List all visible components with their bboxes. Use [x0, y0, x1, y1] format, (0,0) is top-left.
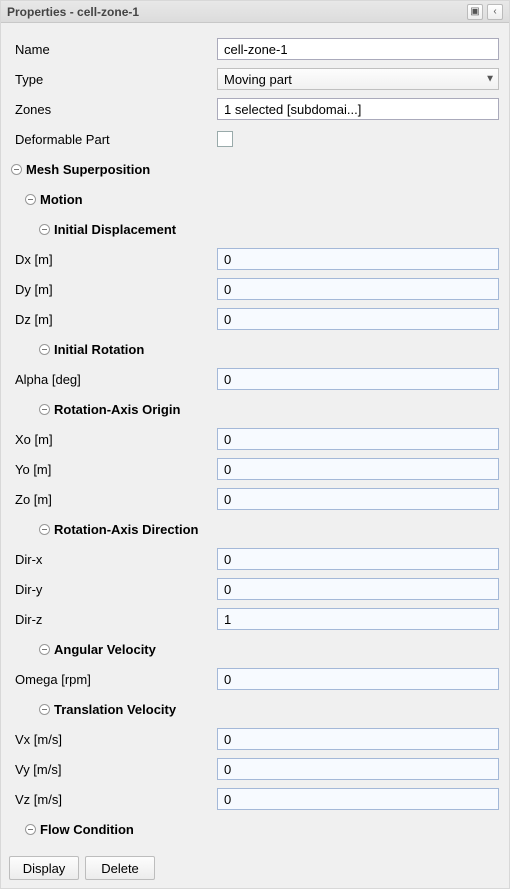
xo-label: Xo [m]: [15, 432, 53, 447]
properties-panel: Properties - cell-zone-1 ▣ ‹ Name Type ▼…: [0, 0, 510, 889]
disclosure-icon[interactable]: [11, 164, 22, 175]
initial-rotation-header: Initial Rotation: [54, 342, 144, 357]
disclosure-icon[interactable]: [39, 344, 50, 355]
diry-input[interactable]: [217, 578, 499, 600]
dy-label: Dy [m]: [15, 282, 53, 297]
disclosure-icon[interactable]: [39, 404, 50, 415]
omega-label: Omega [rpm]: [15, 672, 91, 687]
zo-label: Zo [m]: [15, 492, 52, 507]
footer: Display Delete: [1, 848, 509, 888]
rotation-axis-origin-header: Rotation-Axis Origin: [54, 402, 180, 417]
rotation-axis-direction-header: Rotation-Axis Direction: [54, 522, 198, 537]
vy-label: Vy [m/s]: [15, 762, 61, 777]
vz-input[interactable]: [217, 788, 499, 810]
vz-label: Vz [m/s]: [15, 792, 62, 807]
initial-displacement-header: Initial Displacement: [54, 222, 176, 237]
detach-icon[interactable]: ▣: [467, 4, 483, 20]
type-label: Type: [15, 72, 43, 87]
diry-label: Dir-y: [15, 582, 42, 597]
vx-label: Vx [m/s]: [15, 732, 62, 747]
vx-input[interactable]: [217, 728, 499, 750]
dz-label: Dz [m]: [15, 312, 53, 327]
dirz-label: Dir-z: [15, 612, 42, 627]
panel-content: Name Type ▼ Zones Deformable Part Mesh: [1, 23, 509, 848]
mesh-superposition-header: Mesh Superposition: [26, 162, 150, 177]
name-label: Name: [15, 42, 50, 57]
delete-button[interactable]: Delete: [85, 856, 155, 880]
translation-velocity-header: Translation Velocity: [54, 702, 176, 717]
zones-label: Zones: [15, 102, 51, 117]
yo-input[interactable]: [217, 458, 499, 480]
alpha-input[interactable]: [217, 368, 499, 390]
disclosure-icon[interactable]: [39, 524, 50, 535]
disclosure-icon[interactable]: [25, 194, 36, 205]
yo-label: Yo [m]: [15, 462, 51, 477]
disclosure-icon[interactable]: [39, 224, 50, 235]
dz-input[interactable]: [217, 308, 499, 330]
dx-label: Dx [m]: [15, 252, 53, 267]
disclosure-icon[interactable]: [25, 824, 36, 835]
dy-input[interactable]: [217, 278, 499, 300]
angular-velocity-header: Angular Velocity: [54, 642, 156, 657]
deformable-label: Deformable Part: [15, 132, 110, 147]
alpha-label: Alpha [deg]: [15, 372, 81, 387]
panel-title: Properties - cell-zone-1: [7, 5, 463, 19]
flow-condition-header: Flow Condition: [40, 822, 134, 837]
dirz-input[interactable]: [217, 608, 499, 630]
disclosure-icon[interactable]: [39, 644, 50, 655]
disclosure-icon[interactable]: [39, 704, 50, 715]
collapse-icon[interactable]: ‹: [487, 4, 503, 20]
zones-input[interactable]: [217, 98, 499, 120]
dx-input[interactable]: [217, 248, 499, 270]
deformable-checkbox[interactable]: [217, 131, 233, 147]
zo-input[interactable]: [217, 488, 499, 510]
display-button[interactable]: Display: [9, 856, 79, 880]
xo-input[interactable]: [217, 428, 499, 450]
omega-input[interactable]: [217, 668, 499, 690]
motion-header: Motion: [40, 192, 83, 207]
vy-input[interactable]: [217, 758, 499, 780]
type-select[interactable]: [217, 68, 499, 90]
name-input[interactable]: [217, 38, 499, 60]
titlebar: Properties - cell-zone-1 ▣ ‹: [1, 1, 509, 23]
dirx-input[interactable]: [217, 548, 499, 570]
dirx-label: Dir-x: [15, 552, 42, 567]
